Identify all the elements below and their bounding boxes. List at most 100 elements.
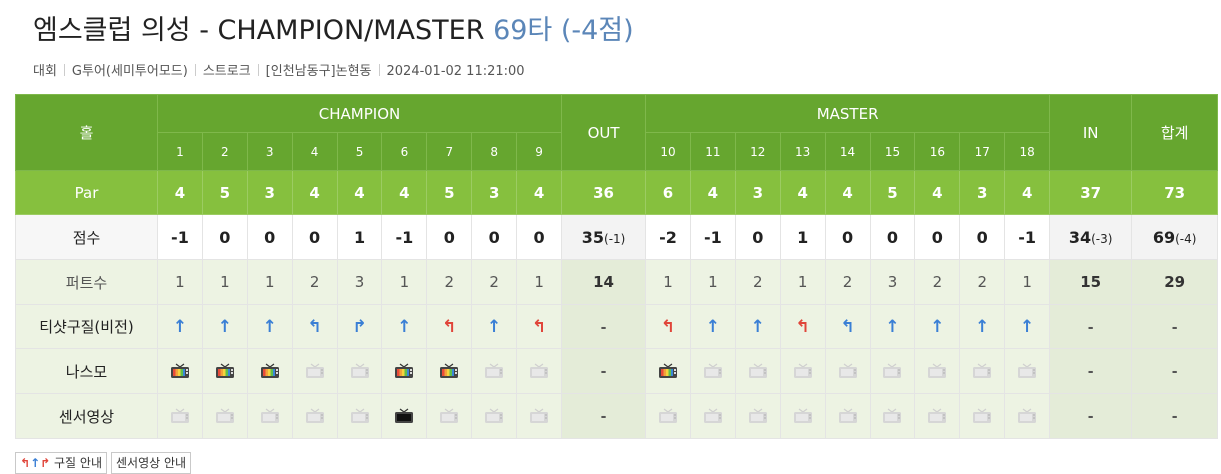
score-value: 0 bbox=[443, 227, 455, 247]
course-back-name: MASTER bbox=[816, 104, 879, 123]
tee-shot-cell: ↑ bbox=[1004, 304, 1051, 349]
putts-value: 1 bbox=[534, 273, 544, 291]
score-cell: -2 bbox=[645, 214, 691, 260]
video-play-icon[interactable] bbox=[394, 408, 414, 424]
nasmo-cell bbox=[734, 348, 781, 394]
video-unavailable-icon bbox=[748, 408, 767, 423]
video-play-icon[interactable] bbox=[658, 363, 678, 379]
score-value: 0 bbox=[219, 227, 231, 247]
tee-shot-cell: ↑ bbox=[471, 304, 518, 349]
score-cell: 1 bbox=[779, 214, 826, 260]
video-unavailable-icon bbox=[260, 408, 279, 423]
par-cell: 4 bbox=[516, 170, 563, 215]
arrow-hook-left-icon: ↰ bbox=[840, 316, 855, 337]
arrow-hook-left-icon: ↰ bbox=[660, 316, 676, 337]
nasmo-cell[interactable] bbox=[381, 348, 428, 394]
sensor-video-cell bbox=[914, 393, 961, 439]
hole-number: 7 bbox=[426, 132, 473, 171]
sensor-video-cell[interactable] bbox=[381, 393, 428, 439]
sensor-video-cell bbox=[471, 393, 518, 439]
video-unavailable-icon bbox=[928, 363, 947, 378]
hole-number: 6 bbox=[381, 132, 428, 171]
video-unavailable-icon bbox=[440, 408, 459, 423]
arrow-hook-left-icon: ↰ bbox=[531, 316, 547, 337]
score-cell: 0 bbox=[914, 214, 961, 260]
putts-value: 1 bbox=[797, 273, 808, 291]
sensor-video-cell bbox=[1004, 393, 1051, 439]
putts-cell: 1 bbox=[381, 259, 428, 305]
par-value: 3 bbox=[264, 183, 275, 202]
sensor-video-cell bbox=[645, 393, 691, 439]
nasmo-cell bbox=[336, 348, 383, 394]
video-play-icon[interactable] bbox=[170, 363, 190, 379]
arrow-straight-icon: ↑ bbox=[217, 316, 232, 337]
scorecard-table: 홀 CHAMPION OUT MASTER IN 합계 1 2 3 4 5 6 7 8 9 10 11 12 13 1… bbox=[15, 94, 1219, 439]
nasmo-cell[interactable] bbox=[426, 348, 473, 394]
slice-arrow-icon: ↱ bbox=[40, 456, 51, 470]
hole-number: 3 bbox=[246, 132, 293, 171]
video-play-icon[interactable] bbox=[215, 363, 235, 379]
par-row-label: Par bbox=[15, 170, 158, 215]
nasmo-cell[interactable] bbox=[157, 348, 203, 394]
tee-shot-cell: ↱ bbox=[336, 304, 383, 349]
video-unavailable-icon bbox=[485, 363, 504, 378]
score-value: 0 bbox=[264, 227, 276, 247]
putts-total-value: 29 bbox=[1164, 273, 1186, 291]
hole-number-label: 18 bbox=[1019, 144, 1035, 159]
sensor-guide-button[interactable]: 센서영상 안내 bbox=[111, 452, 192, 474]
video-unavailable-icon bbox=[703, 363, 722, 378]
par-cell: 3 bbox=[959, 170, 1006, 215]
video-unavailable-icon bbox=[793, 408, 812, 423]
total-label: 합계 bbox=[1160, 124, 1189, 142]
sensor-video-cell bbox=[734, 393, 781, 439]
putts-value: 2 bbox=[489, 273, 499, 291]
tee-shot-cell: ↑ bbox=[157, 304, 203, 349]
par-cell: 4 bbox=[689, 170, 736, 215]
par-cell: 4 bbox=[336, 170, 383, 215]
video-play-icon[interactable] bbox=[439, 363, 459, 379]
par-in-value: 37 bbox=[1080, 183, 1102, 202]
par-in: 37 bbox=[1049, 170, 1133, 215]
row-label: 점수 bbox=[72, 228, 101, 247]
score-value: 0 bbox=[976, 227, 988, 247]
nasmo-cell bbox=[291, 348, 338, 394]
hole-number-label: 16 bbox=[929, 144, 945, 159]
video-unavailable-icon bbox=[530, 363, 549, 378]
par-value: 4 bbox=[399, 183, 410, 202]
total-header: 합계 bbox=[1131, 94, 1219, 171]
par-value: 4 bbox=[533, 183, 545, 202]
par-value: 5 bbox=[444, 183, 455, 202]
putts-row-label: 퍼트수 bbox=[15, 259, 158, 305]
putts-value: 1 bbox=[663, 273, 673, 291]
putts-out: 14 bbox=[561, 259, 647, 305]
putts-cell: 2 bbox=[824, 259, 871, 305]
score-value: 0 bbox=[886, 227, 899, 247]
video-play-icon[interactable] bbox=[260, 363, 280, 379]
hole-number-label: 7 bbox=[445, 144, 454, 159]
empty-value: - bbox=[1087, 319, 1094, 336]
putts-value: 1 bbox=[220, 273, 230, 291]
shot-guide-button[interactable]: ↰↑↱ 구질 안내 bbox=[15, 452, 107, 474]
par-value: 5 bbox=[887, 183, 898, 202]
score-value: -1 bbox=[1018, 227, 1037, 247]
score-value: 0 bbox=[931, 227, 943, 247]
putts-cell: 2 bbox=[959, 259, 1006, 305]
video-unavailable-icon bbox=[1018, 363, 1037, 378]
nasmo-cell[interactable] bbox=[645, 348, 691, 394]
arrow-straight-icon: ↑ bbox=[975, 316, 990, 337]
nasmo-cell[interactable] bbox=[246, 348, 293, 394]
par-cell: 6 bbox=[645, 170, 691, 215]
tee-shot-cell: ↰ bbox=[426, 304, 473, 349]
hole-number: 4 bbox=[291, 132, 338, 171]
hole-number-label: 10 bbox=[660, 144, 676, 159]
nasmo-cell bbox=[516, 348, 563, 394]
hole-number-label: 11 bbox=[705, 144, 721, 159]
divider bbox=[378, 64, 380, 76]
video-play-icon[interactable] bbox=[394, 363, 414, 379]
nasmo-cell bbox=[689, 348, 736, 394]
par-cell: 3 bbox=[246, 170, 293, 215]
score-cell: 0 bbox=[201, 214, 248, 260]
nasmo-cell[interactable] bbox=[201, 348, 248, 394]
tee-shot-out: - bbox=[561, 304, 647, 349]
course-front-header: CHAMPION bbox=[156, 94, 563, 133]
